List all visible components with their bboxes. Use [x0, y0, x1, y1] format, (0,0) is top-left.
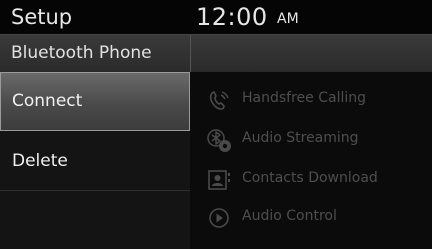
page-title: Bluetooth Phone: [11, 43, 152, 63]
status-title: Setup: [11, 5, 73, 29]
delete-label: Delete: [12, 151, 68, 171]
play-circle-icon: [206, 205, 232, 231]
delete-menu-item[interactable]: Delete: [0, 132, 190, 191]
contacts-download-label: Contacts Download: [242, 170, 378, 186]
header-divider: [190, 35, 191, 73]
feature-contacts-download: Contacts Download: [190, 160, 432, 200]
status-bar: Setup 12:00 AM: [0, 0, 432, 34]
clock-time: 12:00: [196, 3, 268, 31]
left-menu: Connect Delete: [0, 72, 190, 249]
audio-streaming-label: Audio Streaming: [242, 130, 359, 146]
contacts-download-icon: [206, 167, 232, 193]
audio-control-label: Audio Control: [242, 208, 337, 224]
bluetooth-audio-icon: [206, 127, 232, 153]
feature-audio-streaming: Audio Streaming: [190, 120, 432, 160]
handsfree-calling-label: Handsfree Calling: [242, 90, 366, 106]
bluetooth-phone-screen: Setup 12:00 AM Bluetooth Phone Connect D…: [0, 0, 432, 249]
connect-menu-item[interactable]: Connect: [0, 72, 190, 131]
empty-menu-slot: [0, 192, 190, 249]
feature-handsfree-calling: Handsfree Calling: [190, 80, 432, 120]
page-header: Bluetooth Phone: [0, 34, 432, 73]
feature-list: Handsfree Calling Audio Streaming Contac…: [190, 72, 432, 249]
clock-ampm: AM: [277, 11, 299, 27]
handsfree-phone-icon: [206, 87, 232, 113]
connect-label: Connect: [12, 91, 83, 111]
feature-audio-control: Audio Control: [190, 198, 432, 238]
